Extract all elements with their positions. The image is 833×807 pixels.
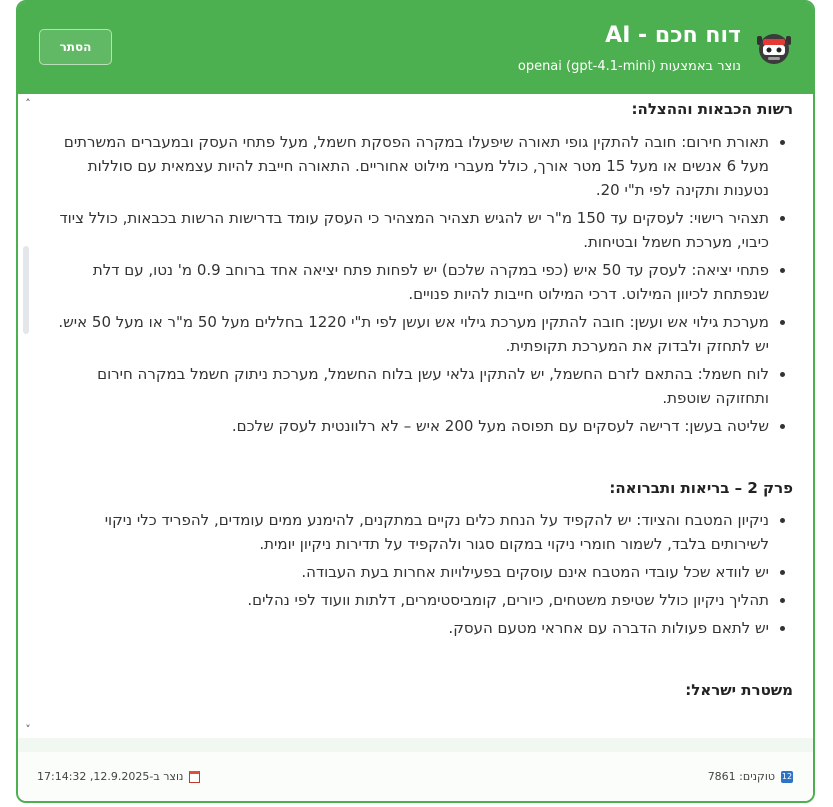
scroll-down-icon[interactable]: ˅ (22, 724, 34, 736)
tokens-label: טוקנים: 7861 (707, 770, 775, 783)
list-item: ניקיון המטבח והציוד: יש להקפיד על הנחת כ… (56, 508, 769, 556)
tokens-count: 12 טוקנים: 7861 (708, 770, 793, 783)
report-content[interactable]: ˄ ˅ רשות הכבאות וההצלה: תאורת חירום: חוב… (18, 94, 813, 739)
list-item: פתחי יציאה: לעסק עד 50 איש (כפי במקרה של… (56, 258, 769, 306)
hide-button[interactable]: הסתר (39, 29, 112, 65)
numbers-icon: 12 (781, 770, 793, 783)
section-list: ניקיון המטבח והציוד: יש להקפיד על הנחת כ… (56, 508, 793, 640)
created-label: נוצר ב-12.9.2025, 17:14:32 (37, 770, 184, 783)
report-body: רשות הכבאות וההצלה: תאורת חירום: חובה לה… (56, 94, 793, 702)
section-title: רשות הכבאות וההצלה: (631, 100, 793, 118)
scrollbar-thumb[interactable] (23, 246, 29, 334)
list-item: יש לתאם פעולות הדברה עם אחראי מטעם העסק. (56, 616, 769, 640)
list-item: מערכת גילוי אש ועשן: חובה להתקין מערכת ג… (56, 310, 769, 358)
section-title: פרק 2 – בריאות ותברואה: (609, 479, 793, 497)
list-item: תצהיר רישוי: לעסקים עד 150 מ"ר יש להגיש … (56, 206, 769, 254)
robot-icon (755, 31, 793, 67)
report-subtitle: נוצר באמצעות openai (gpt-4.1-mini) (517, 59, 741, 74)
smart-report-panel: דוח חכם - AI נוצר באמצעות openai (gpt-4.… (16, 0, 815, 803)
list-item: שליטה בעשן: דרישה לעסקים עם תפוסה מעל 20… (56, 414, 769, 438)
section-list: תאורת חירום: חובה להתקין גופי תאורה שיפע… (56, 130, 793, 438)
report-title: דוח חכם - AI (605, 23, 741, 48)
calendar-icon (189, 770, 201, 783)
report-footer: 12 טוקנים: 7861 נוצר ב-12.9.2025, 17:14:… (18, 738, 813, 801)
list-item: תהליך ניקיון כולל שטיפת משטחים, כיורים, … (56, 588, 769, 612)
list-item: יש לוודא שכל עובדי המטבח אינם עוסקים בפע… (56, 560, 769, 584)
report-header: דוח חכם - AI נוצר באמצעות openai (gpt-4.… (18, 2, 813, 94)
section-title: משטרת ישראל: (685, 681, 793, 699)
list-item: לוח חשמל: בהתאם לזרם החשמל, יש להתקין גל… (56, 362, 769, 410)
list-item: תאורת חירום: חובה להתקין גופי תאורה שיפע… (56, 130, 769, 202)
scroll-up-icon[interactable]: ˄ (22, 98, 34, 110)
created-timestamp: נוצר ב-12.9.2025, 17:14:32 (37, 770, 201, 783)
